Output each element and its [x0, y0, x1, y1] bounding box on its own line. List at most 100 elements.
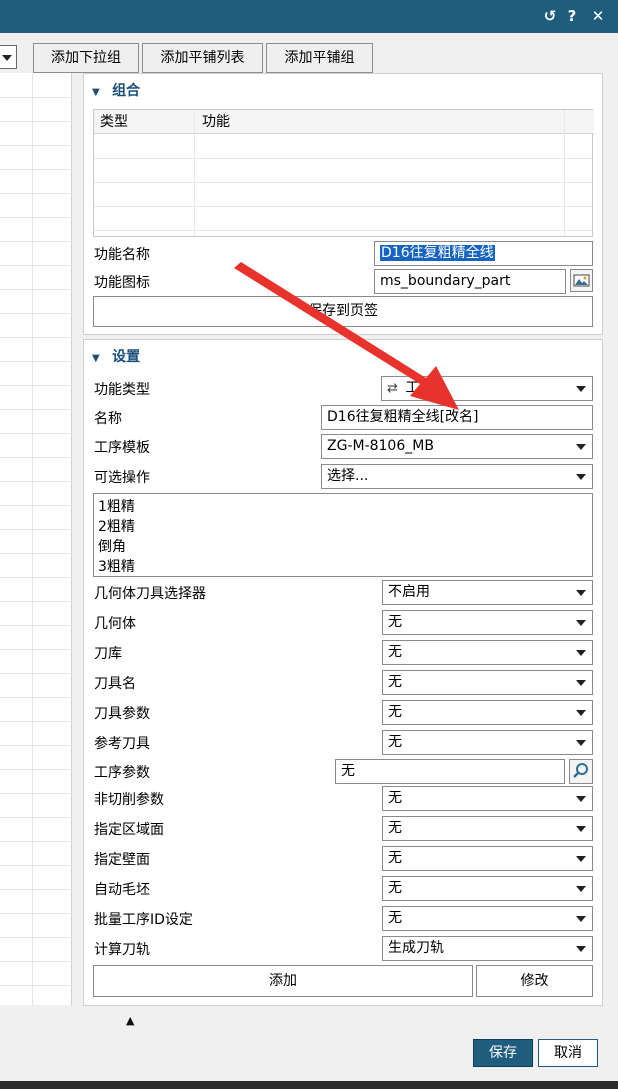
collapse-caret-icon[interactable]: ▲ — [126, 1014, 134, 1027]
chevron-down-icon — [576, 796, 586, 802]
dropdown-label: 刀具参数 — [94, 706, 150, 722]
list-item[interactable]: 2粗精 — [98, 517, 588, 537]
group-section-header[interactable]: ▼ 组合 — [92, 80, 140, 100]
optional-ops-label: 可选操作 — [94, 470, 150, 486]
close-icon[interactable]: ✕ — [589, 6, 607, 26]
title-bar: ↺ ? ✕ — [0, 0, 618, 33]
cancel-button[interactable]: 取消 — [538, 1039, 598, 1067]
batch-op-id-dropdown[interactable]: 无 — [382, 906, 593, 931]
add-dropdown-group-button[interactable]: 添加下拉组 — [33, 43, 139, 73]
save-to-tab-button[interactable]: 保存到页签 — [93, 296, 593, 327]
dropdown-value: 无 — [388, 820, 402, 836]
dropdown-label: 非切削参数 — [94, 792, 164, 808]
region-face-dropdown[interactable]: 无 — [382, 816, 593, 841]
dropdown-value: 无 — [388, 910, 402, 926]
modify-button[interactable]: 修改 — [476, 965, 593, 997]
dropdown-label: 几何体刀具选择器 — [94, 586, 206, 602]
function-type-value: 工序 — [405, 380, 434, 396]
chevron-down-icon — [576, 474, 586, 480]
dropdown-label: 自动毛坯 — [94, 882, 150, 898]
auto-blank-dropdown[interactable]: 无 — [382, 876, 593, 901]
operations-list[interactable]: 1粗精 2粗精 倒角 3粗精 — [93, 493, 593, 577]
reference-tool-dropdown[interactable]: 无 — [382, 730, 593, 755]
column-header-function: 功能 — [202, 114, 230, 130]
optional-ops-dropdown[interactable]: 选择... — [321, 464, 593, 489]
func-name-input[interactable]: D16往复粗精全线 — [374, 241, 593, 266]
dropdown-value: 不启用 — [388, 584, 430, 600]
chevron-down-icon — [576, 856, 586, 862]
chevron-down-icon — [576, 946, 586, 952]
dropdown-label: 指定壁面 — [94, 852, 150, 868]
section-title: 设置 — [112, 349, 141, 365]
name-input[interactable]: D16往复粗精全线[改名] — [321, 405, 593, 430]
name-value: D16往复粗精全线[改名] — [327, 409, 479, 425]
geometry-dropdown[interactable]: 无 — [382, 610, 593, 635]
chevron-down-icon — [576, 826, 586, 832]
tool-library-dropdown[interactable]: 无 — [382, 640, 593, 665]
dropdown-value: 无 — [388, 614, 402, 630]
wall-face-dropdown[interactable]: 无 — [382, 846, 593, 871]
name-label: 名称 — [94, 411, 122, 427]
add-tile-list-button[interactable]: 添加平铺列表 — [142, 43, 263, 73]
dropdown-value: 无 — [388, 734, 402, 750]
settings-section-header[interactable]: ▼ 设置 — [92, 346, 140, 366]
dropdown-value: 无 — [388, 850, 402, 866]
refresh-icon[interactable]: ↺ — [541, 6, 559, 26]
func-icon-label: 功能图标 — [94, 275, 150, 291]
dropdown-label: 参考刀具 — [94, 736, 150, 752]
add-button[interactable]: 添加 — [93, 965, 473, 997]
dropdown-label: 批量工序ID设定 — [94, 912, 193, 928]
tool-params-dropdown[interactable]: 无 — [382, 700, 593, 725]
dropdown-value: 无 — [388, 790, 402, 806]
dropdown-label: 计算刀轨 — [94, 942, 150, 958]
settings-panel: ▼ 设置 功能类型 ⇄ 工序 名称 D16往复粗精全线[改名] 工序模板 ZG-… — [83, 339, 603, 1006]
dropdown-value: 无 — [388, 880, 402, 896]
chevron-down-icon — [2, 55, 12, 61]
group-table[interactable]: 类型 功能 — [93, 109, 594, 237]
chevron-down-icon — [576, 620, 586, 626]
left-dropdown[interactable] — [0, 45, 17, 69]
dropdown-value: 无 — [388, 674, 402, 690]
chevron-down-icon — [576, 740, 586, 746]
selected-text: D16往复粗精全线 — [380, 245, 495, 261]
chevron-down-icon — [576, 680, 586, 686]
dropdown-value: 无 — [388, 644, 402, 660]
dropdown-label: 指定区域面 — [94, 822, 164, 838]
list-item[interactable]: 1粗精 — [98, 497, 588, 517]
func-icon-value: ms_boundary_part — [380, 273, 511, 289]
chevron-down-icon — [576, 886, 586, 892]
func-icon-input[interactable]: ms_boundary_part — [374, 269, 566, 294]
dropdown-label: 刀库 — [94, 646, 122, 662]
taskbar-strip — [0, 1081, 618, 1089]
list-item[interactable]: 倒角 — [98, 537, 588, 557]
list-item[interactable]: 3粗精 — [98, 557, 588, 577]
tool-name-dropdown[interactable]: 无 — [382, 670, 593, 695]
dropdown-value: 无 — [388, 704, 402, 720]
op-params-label: 工序参数 — [94, 765, 150, 781]
op-params-input[interactable]: 无 — [335, 759, 565, 784]
non-cutting-params-dropdown[interactable]: 无 — [382, 786, 593, 811]
geometry-tool-selector-dropdown[interactable]: 不启用 — [382, 580, 593, 605]
add-tile-group-button[interactable]: 添加平铺组 — [266, 43, 373, 73]
op-template-dropdown[interactable]: ZG-M-8106_MB — [321, 434, 593, 459]
left-grid — [0, 73, 72, 1005]
chevron-down-icon — [576, 590, 586, 596]
func-name-label: 功能名称 — [94, 247, 150, 263]
compute-toolpath-dropdown[interactable]: 生成刀轨 — [382, 936, 593, 961]
operation-type-icon: ⇄ — [387, 381, 398, 396]
op-template-label: 工序模板 — [94, 440, 150, 456]
save-button[interactable]: 保存 — [473, 1039, 533, 1067]
function-type-label: 功能类型 — [94, 382, 150, 398]
function-type-dropdown[interactable]: ⇄ 工序 — [381, 376, 593, 401]
chevron-down-icon — [576, 916, 586, 922]
search-icon[interactable] — [569, 759, 593, 784]
column-header-type: 类型 — [100, 114, 128, 130]
chevron-down-icon — [576, 444, 586, 450]
section-title: 组合 — [112, 83, 141, 99]
image-picker-icon[interactable] — [570, 269, 593, 292]
group-panel: ▼ 组合 类型 功能 功能名称 D16往复粗精全线 功能图标 ms_bounda… — [83, 73, 603, 335]
dropdown-value: 生成刀轨 — [388, 940, 444, 956]
op-params-value: 无 — [341, 763, 355, 779]
help-icon[interactable]: ? — [563, 6, 581, 26]
chevron-down-icon — [576, 386, 586, 392]
